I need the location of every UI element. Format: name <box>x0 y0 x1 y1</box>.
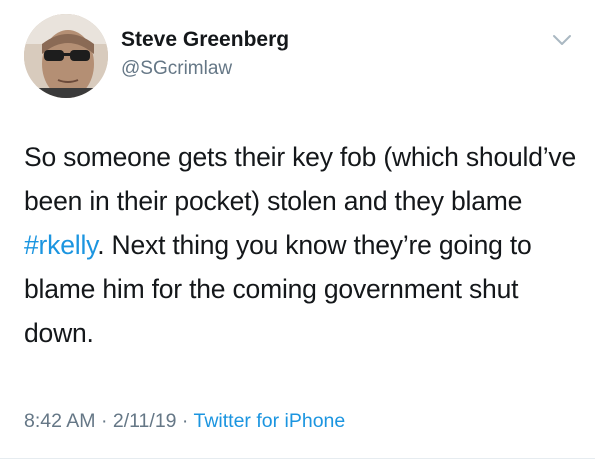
avatar[interactable] <box>24 14 108 98</box>
separator: · <box>176 410 194 432</box>
author-display-name[interactable]: Steve Greenberg <box>121 28 289 52</box>
avatar-photo <box>24 14 108 98</box>
tweet-card: Steve Greenberg @SGcrimlaw So someone ge… <box>0 0 595 459</box>
separator: · <box>95 410 113 432</box>
tweet-date[interactable]: 2/11/19 <box>113 410 177 432</box>
tweet-text-part2: . Next thing you know they’re going to b… <box>24 230 532 348</box>
chevron-down-icon[interactable] <box>552 33 572 47</box>
hashtag-link[interactable]: #rkelly <box>24 230 97 260</box>
tweet-text: So someone gets their key fob (which sho… <box>24 135 580 355</box>
tweet-time[interactable]: 8:42 AM <box>24 410 96 432</box>
author-handle[interactable]: @SGcrimlaw <box>121 58 232 80</box>
tweet-text-part1: So someone gets their key fob (which sho… <box>24 142 577 216</box>
tweet-metadata: 8:42 AM · 2/11/19 · Twitter for iPhone <box>24 410 345 433</box>
tweet-source-link[interactable]: Twitter for iPhone <box>194 410 346 432</box>
